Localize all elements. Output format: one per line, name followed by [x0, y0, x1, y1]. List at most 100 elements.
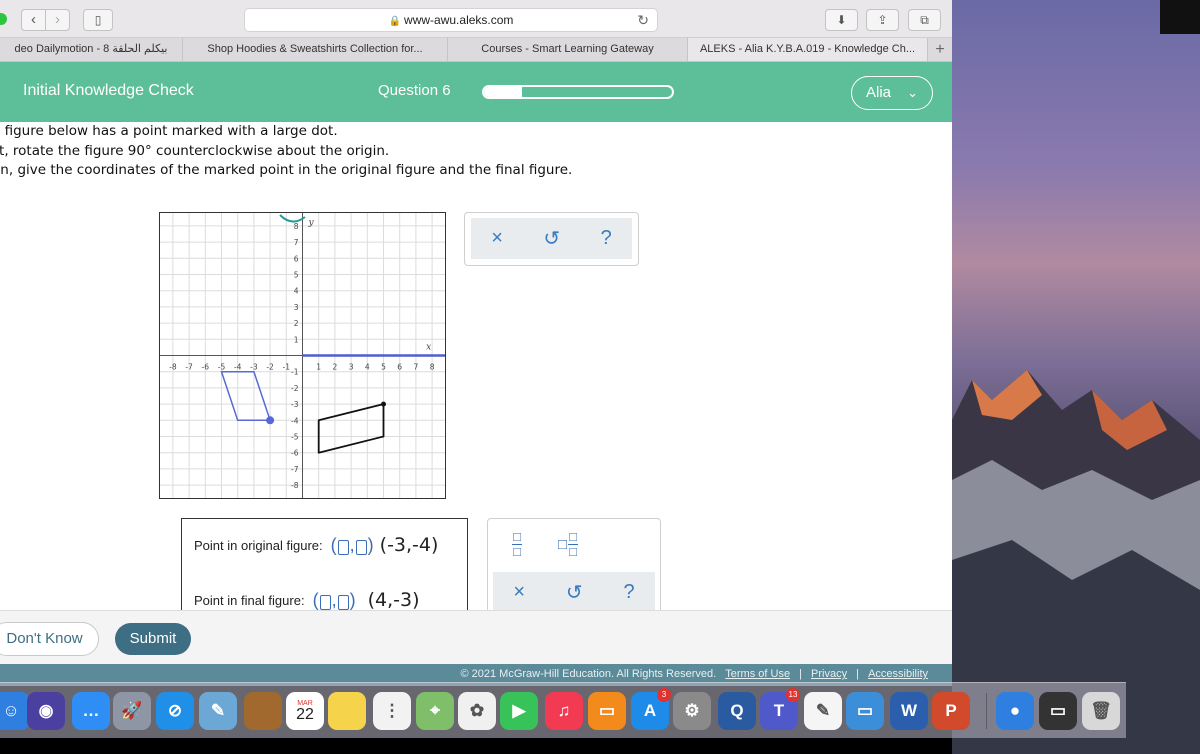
desktop-wallpaper	[952, 0, 1200, 754]
sidebar-toggle-icon[interactable]: ▯	[83, 9, 113, 31]
keypad-help-icon[interactable]: ?	[623, 581, 634, 604]
maps-icon[interactable]: ⌖	[416, 692, 454, 730]
x-tick-label: -1	[283, 363, 291, 372]
notes-icon[interactable]	[328, 692, 366, 730]
user-menu-button[interactable]: Alia ⌄	[851, 76, 933, 110]
coordinate-graph[interactable]: -8 -7 -6 -5 -4 -3 -2 -1 1 2 3 4 5 6 7 8 8 7 6 5 4 3 2 1 -1 -2 -3 -4…	[159, 212, 446, 499]
chevron-down-icon: ⌄	[907, 85, 918, 100]
problem-line-2: st, rotate the figure 90° counterclockwi…	[0, 142, 390, 159]
x-tick-label: -8	[169, 363, 177, 372]
system-preferences-icon[interactable]: ⚙	[673, 692, 711, 730]
copyright-text: © 2021 McGraw-Hill Education. All Rights…	[460, 668, 717, 680]
problem-line-3: en, give the coordinates of the marked p…	[0, 162, 573, 178]
notebook-icon[interactable]	[244, 692, 282, 730]
original-point-label: Point in original figure:	[194, 537, 323, 553]
teams-icon[interactable]: T 13	[760, 688, 800, 730]
undo-icon[interactable]: ↺	[543, 226, 560, 251]
calendar-icon[interactable]: MAR 22	[286, 692, 324, 730]
pen-scribble	[279, 214, 306, 223]
back-icon[interactable]: ‹	[22, 10, 45, 30]
tab-dailymotion[interactable]: deo Dailymotion - 8 بيكلم الحلقة	[0, 38, 183, 61]
finder-icon[interactable]: ☺	[0, 692, 30, 730]
screenshot-icon[interactable]: ▭	[846, 692, 884, 730]
answer-keypad: □ □ □ □ □ × ↺ ?	[487, 518, 661, 618]
textedit-icon[interactable]: ✎	[804, 692, 842, 730]
y-axis-label: y	[308, 218, 315, 228]
user-name: Alia	[866, 84, 892, 101]
y-tick-label: 3	[294, 303, 299, 312]
answer-box: Point in original figure: (,) (-3,-4) Po…	[181, 518, 468, 618]
y-tick-label: 8	[294, 222, 299, 231]
page-title: Initial Knowledge Check	[23, 82, 194, 99]
x-axis-label: x	[426, 343, 431, 353]
browser-window: ‹ › ▯ 🔒 www-awu.aleks.com ↻ ⬇ ⇪ ⧉ deo Dai…	[0, 0, 952, 686]
fraction-button[interactable]: □ □	[512, 530, 522, 558]
books-icon[interactable]: ▭	[588, 692, 626, 730]
submit-button[interactable]: Submit	[115, 623, 191, 655]
quicktime-icon[interactable]: Q	[718, 692, 756, 730]
original-point-handwritten: (-3,-4)	[379, 534, 439, 556]
final-point-input[interactable]: (,)	[313, 590, 356, 611]
final-point-label: Point in final figure:	[194, 592, 305, 608]
facetime-icon[interactable]: ▶	[500, 692, 538, 730]
tab-hoodies[interactable]: Shop Hoodies & Sweatshirts Collection fo…	[183, 38, 448, 61]
original-point-input[interactable]: (,)	[331, 535, 374, 556]
x-tick-label: -4	[234, 363, 242, 372]
problem-line-1: e figure below has a point marked with a…	[0, 123, 338, 139]
tabs-overview-icon[interactable]: ⧉	[908, 9, 941, 31]
siri-icon[interactable]: ◉	[27, 692, 65, 730]
safari-icon[interactable]: ⊘	[156, 692, 194, 730]
keypad-clear-icon[interactable]: ×	[513, 581, 525, 604]
mixed-number-button[interactable]: □ □ □	[558, 530, 579, 558]
dont-know-button[interactable]: Don't Know	[0, 622, 99, 656]
teams-badge: 13	[786, 688, 800, 702]
window-zoom-button[interactable]	[0, 13, 7, 25]
x-tick-label: 5	[381, 363, 386, 372]
y-tick-label: -3	[291, 400, 299, 409]
x-tick-label: 1	[316, 363, 321, 372]
word-icon[interactable]: W	[890, 692, 928, 730]
network-icon[interactable]: ●	[996, 692, 1034, 730]
privacy-link[interactable]: Privacy	[811, 668, 847, 680]
new-tab-button[interactable]: +	[928, 38, 952, 61]
y-tick-label: -2	[291, 384, 299, 393]
action-bar: Don't Know Submit	[0, 610, 952, 664]
desktop-corner	[1160, 0, 1200, 34]
url-bar[interactable]: 🔒 www-awu.aleks.com ↻	[244, 8, 658, 32]
forward-icon[interactable]: ›	[45, 10, 69, 30]
tab-bar: deo Dailymotion - 8 بيكلم الحلقة Shop Ho…	[0, 38, 952, 62]
y-tick-label: 1	[294, 335, 299, 344]
reload-icon[interactable]: ↻	[637, 9, 649, 31]
app-store-badge: 3	[657, 688, 671, 702]
calendar-day: 22	[296, 705, 314, 723]
url-text: www-awu.aleks.com	[404, 13, 514, 27]
terms-link[interactable]: Terms of Use	[725, 668, 790, 680]
photos-icon[interactable]: ✿	[458, 692, 496, 730]
trash-icon[interactable]: 🗑	[1082, 692, 1120, 730]
clear-icon[interactable]: ×	[491, 227, 503, 250]
tab-courses[interactable]: Courses - Smart Learning Gateway	[448, 38, 688, 61]
display-icon[interactable]: ▭	[1039, 692, 1077, 730]
accessibility-link[interactable]: Accessibility	[868, 668, 928, 680]
launchpad-icon[interactable]: 🚀	[113, 692, 151, 730]
keypad-undo-icon[interactable]: ↺	[566, 580, 583, 605]
music-icon[interactable]: ♫	[545, 692, 583, 730]
problem-statement: e figure below has a point marked with a…	[0, 122, 572, 181]
downloads-icon[interactable]: ⬇	[825, 9, 858, 31]
share-icon[interactable]: ⇪	[866, 9, 899, 31]
y-tick-label: -8	[291, 481, 299, 490]
x-tick-label: 4	[365, 363, 370, 372]
reminders-icon[interactable]: ⋮	[373, 692, 411, 730]
messages-bubble-icon[interactable]: …	[72, 692, 110, 730]
preview-icon[interactable]: ✎	[199, 692, 237, 730]
powerpoint-icon[interactable]: P	[932, 692, 970, 730]
original-parallelogram	[220, 370, 272, 422]
tab-aleks[interactable]: ALEKS - Alia K.Y.B.A.019 - Knowledge Ch.…	[688, 38, 928, 61]
final-point-row: Point in final figure: (,) (4,-3)	[194, 589, 420, 611]
help-icon[interactable]: ?	[601, 227, 612, 250]
y-tick-label: -4	[291, 416, 299, 425]
graph-canvas[interactable]: -8 -7 -6 -5 -4 -3 -2 -1 1 2 3 4 5 6 7 8 8 7 6 5 4 3 2 1 -1 -2 -3 -4…	[160, 213, 445, 498]
x-tick-label: -7	[185, 363, 193, 372]
app-store-icon[interactable]: A3	[631, 688, 671, 730]
y-tick-label: 7	[294, 238, 299, 247]
